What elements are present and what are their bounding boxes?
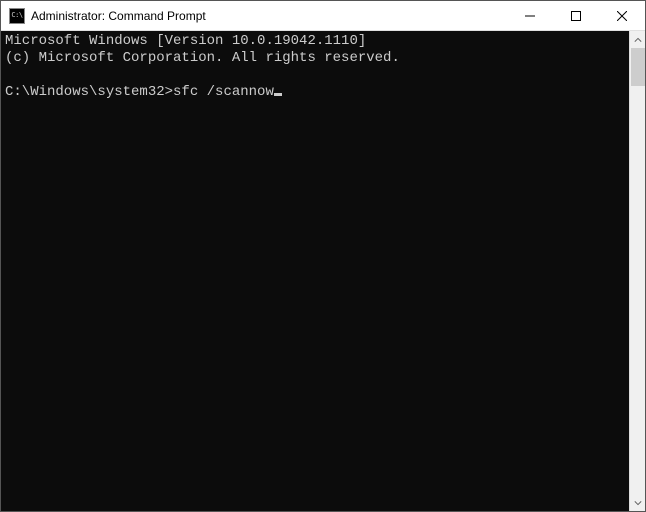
- command-prompt-window: C:\ Administrator: Command Prompt Micros…: [0, 0, 646, 512]
- minimize-button[interactable]: [507, 1, 553, 30]
- minimize-icon: [525, 11, 535, 21]
- maximize-icon: [571, 11, 581, 21]
- command-input[interactable]: sfc /scannow: [173, 84, 274, 100]
- scroll-thumb[interactable]: [631, 48, 645, 86]
- cmd-icon: C:\: [9, 8, 25, 24]
- output-line: (c) Microsoft Corporation. All rights re…: [5, 50, 400, 66]
- console-area: Microsoft Windows [Version 10.0.19042.11…: [1, 31, 645, 511]
- output-line: Microsoft Windows [Version 10.0.19042.11…: [5, 33, 366, 49]
- chevron-up-icon: [634, 36, 642, 44]
- prompt-text: C:\Windows\system32>: [5, 84, 173, 100]
- maximize-button[interactable]: [553, 1, 599, 30]
- console-output[interactable]: Microsoft Windows [Version 10.0.19042.11…: [1, 31, 629, 511]
- scroll-down-button[interactable]: [630, 494, 645, 511]
- chevron-down-icon: [634, 499, 642, 507]
- window-controls: [507, 1, 645, 30]
- window-title: Administrator: Command Prompt: [31, 9, 206, 23]
- close-button[interactable]: [599, 1, 645, 30]
- scroll-up-button[interactable]: [630, 31, 645, 48]
- close-icon: [617, 11, 627, 21]
- titlebar[interactable]: C:\ Administrator: Command Prompt: [1, 1, 645, 31]
- vertical-scrollbar[interactable]: [629, 31, 645, 511]
- text-cursor: [274, 93, 282, 96]
- titlebar-left: C:\ Administrator: Command Prompt: [1, 8, 206, 24]
